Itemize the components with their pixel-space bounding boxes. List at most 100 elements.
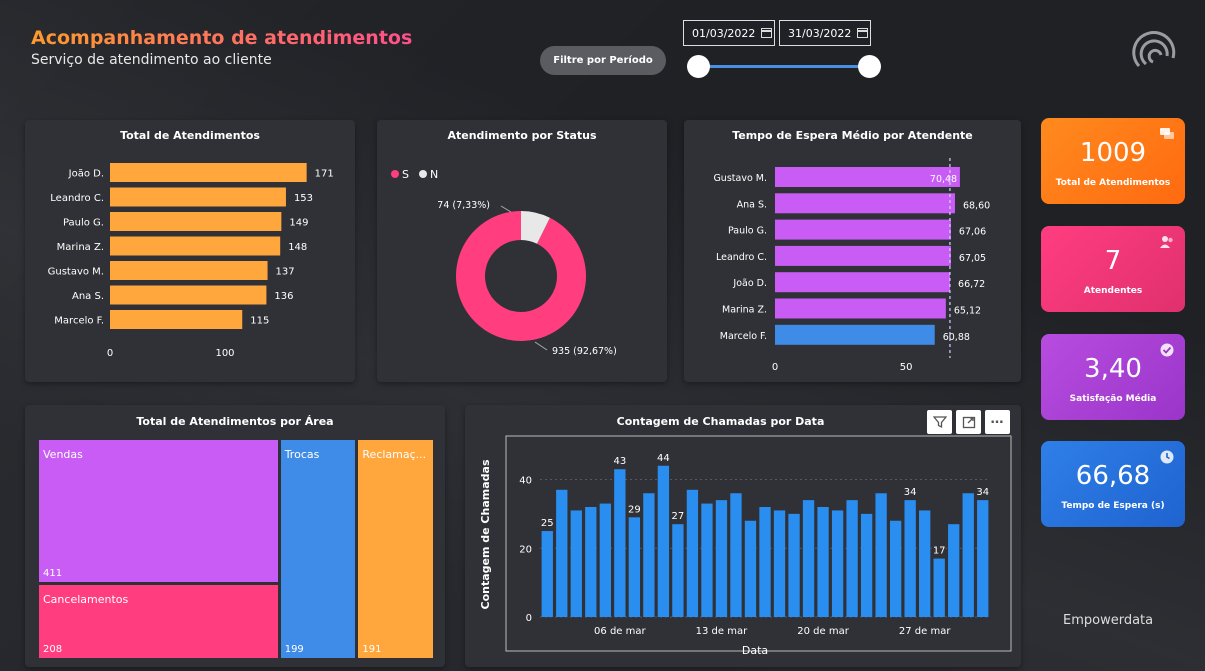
bar[interactable] [744, 520, 757, 617]
treemap-cell[interactable]: Trocas 199 [280, 440, 356, 658]
end-date-value: 31/03/2022 [788, 26, 852, 40]
date-slider-end-handle[interactable] [858, 55, 881, 78]
y-tick-label: 0 [526, 613, 532, 624]
bar[interactable] [775, 272, 951, 293]
data-label: 171 [315, 169, 334, 180]
legend-marker [419, 170, 427, 178]
category-label: Marina Z. [57, 242, 104, 253]
bar[interactable] [775, 245, 951, 266]
bar[interactable] [831, 510, 844, 617]
category-label: Gustavo M. [48, 267, 104, 278]
bar[interactable] [541, 531, 553, 617]
wait-time-chart: Gustavo M. 70,48 Ana S. 68,60 Paulo G. 67,06 L… [713, 158, 990, 373]
bar[interactable] [775, 324, 935, 345]
calls-panel: Contagem de Chamadas por Data 0 20 40 25 43 2… [465, 405, 1021, 667]
bar[interactable] [110, 187, 286, 207]
start-date-input[interactable]: 01/03/2022 [683, 20, 775, 46]
kpi-value: 1009 [1079, 138, 1147, 168]
data-label: 74 (7,33%) [437, 200, 490, 211]
bar[interactable] [875, 493, 887, 617]
bar[interactable] [701, 503, 713, 617]
bar[interactable] [948, 524, 960, 617]
bar[interactable] [672, 524, 684, 617]
bar[interactable] [686, 489, 699, 617]
bar[interactable] [788, 513, 800, 617]
legend-label: S [402, 168, 409, 181]
bar[interactable] [919, 510, 931, 617]
status-donut-chart: S N 74 (7,33%) 935 (92,67%) [391, 168, 617, 357]
y-tick-label: 20 [519, 544, 532, 555]
logo-icon [1132, 31, 1176, 68]
status-panel: Atendimento por Status S N 74 (7,33%) 935 (… [377, 120, 667, 382]
kpi-label: Satisfação Média [1069, 394, 1157, 404]
bar[interactable] [977, 500, 989, 617]
bar[interactable] [802, 500, 815, 617]
bar[interactable] [715, 500, 728, 617]
x-tick-label: 100 [215, 348, 234, 359]
panel-title-area: Total de Atendimentos por Área [136, 415, 334, 428]
bar[interactable] [585, 507, 597, 617]
bar[interactable] [657, 465, 670, 617]
more-options-icon[interactable]: … [985, 410, 1010, 434]
kpi-card: 1009 Total de Atendimentos [1041, 118, 1185, 204]
bar[interactable] [889, 520, 902, 617]
x-tick-label: 0 [772, 362, 778, 373]
bar[interactable] [628, 517, 641, 617]
bar[interactable] [110, 212, 282, 231]
data-label: 44 [657, 453, 670, 464]
kpi-value: 66,68 [1075, 461, 1151, 491]
area-treemap: Vendas 411 Cancelamentos 208 Trocas 199 Reclam… [39, 440, 433, 658]
bar[interactable] [614, 469, 626, 617]
treemap-cell[interactable]: Cancelamentos 208 [39, 584, 278, 658]
category-label: Paulo G. [728, 226, 767, 237]
bar[interactable] [846, 500, 858, 617]
data-label: 136 [274, 291, 293, 302]
treemap-cell[interactable]: Reclamaç... 191 [358, 440, 433, 658]
bar[interactable] [817, 507, 829, 617]
end-date-input[interactable]: 31/03/2022 [779, 20, 871, 46]
chat-icon [1159, 126, 1175, 140]
data-label: 115 [250, 316, 269, 327]
kpi-card: 3,40 Satisfação Média [1041, 334, 1185, 420]
bar[interactable] [599, 503, 611, 617]
bar[interactable] [556, 489, 568, 617]
filter-icon[interactable] [927, 410, 952, 434]
page-title: Acompanhamento de atendimentos [31, 27, 413, 49]
wait-time-panel: Tempo de Espera Médio por Atendente Gust… [684, 120, 1021, 382]
bar[interactable] [730, 493, 742, 617]
legend-marker [391, 170, 399, 178]
total-atendimentos-chart: João D. 171 Leandro C. 153 Paulo G. 149 Marina… [48, 163, 334, 359]
bar[interactable] [904, 500, 916, 617]
bar[interactable] [759, 507, 771, 617]
date-slider-track[interactable] [699, 65, 869, 68]
category-label: Marina Z. [722, 305, 767, 316]
period-filter-button[interactable]: Filtre por Período [540, 46, 666, 75]
bar[interactable] [962, 493, 974, 617]
bar[interactable] [110, 310, 243, 329]
data-label: 29 [628, 504, 641, 515]
bar[interactable] [775, 193, 955, 214]
bar[interactable] [933, 558, 945, 617]
bar[interactable] [775, 298, 946, 319]
category-label: Marcelo F. [54, 316, 104, 327]
date-slider-start-handle[interactable] [687, 55, 710, 78]
bar[interactable] [110, 285, 267, 305]
bar[interactable] [570, 510, 582, 617]
clock-icon [1159, 449, 1175, 464]
data-label: 153 [294, 193, 313, 204]
x-tick-label: 0 [107, 348, 113, 359]
bar[interactable] [773, 510, 786, 617]
treemap-cell[interactable]: Vendas 411 [39, 440, 278, 582]
data-label: 34 [904, 487, 917, 498]
bar[interactable] [110, 261, 268, 280]
treemap-value: 191 [362, 644, 382, 655]
category-label: João D. [732, 278, 767, 289]
data-label: 34 [976, 487, 989, 498]
bar[interactable] [110, 236, 281, 256]
bar[interactable] [643, 493, 655, 617]
area-panel: Total de Atendimentos por Área Vendas 411… [25, 405, 445, 667]
bar[interactable] [110, 163, 307, 182]
focus-mode-icon[interactable] [956, 410, 981, 434]
bar[interactable] [775, 219, 951, 240]
bar[interactable] [860, 513, 873, 617]
